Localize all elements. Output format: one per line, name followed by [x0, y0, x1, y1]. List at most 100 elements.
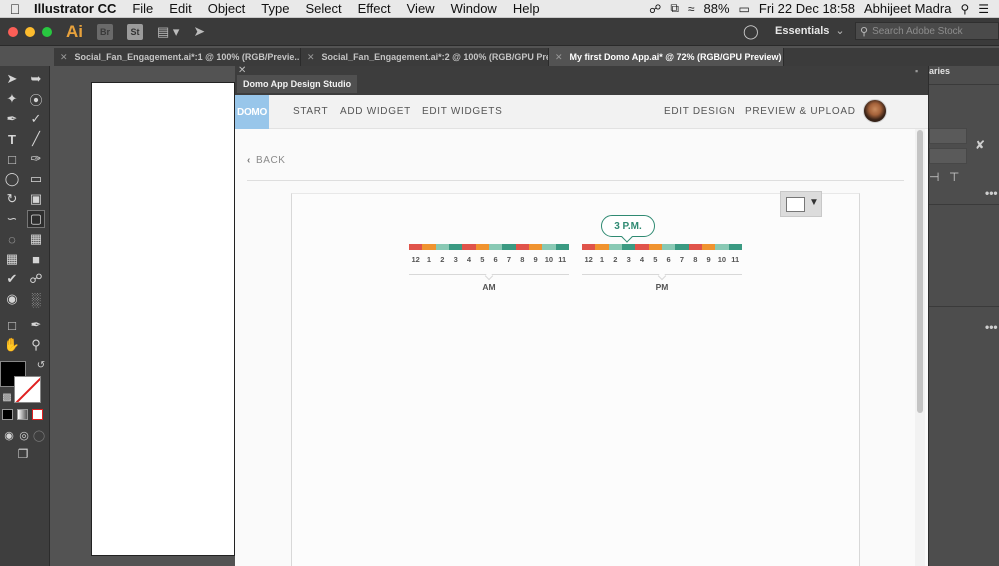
- doc-tab-2[interactable]: ✕ Social_Fan_Engagement.ai*:2 @ 100% (RG…: [301, 48, 549, 66]
- direct-selection-tool-icon[interactable]: ➥: [27, 70, 45, 88]
- nav-edit-design[interactable]: EDIT DESIGN: [664, 106, 735, 117]
- lightbulb-icon[interactable]: ◯: [743, 23, 759, 40]
- widget-canvas[interactable]: [291, 193, 860, 566]
- am-hour-segment[interactable]: [555, 244, 569, 250]
- pm-hour-segment[interactable]: [675, 244, 689, 250]
- notification-list-icon[interactable]: ☰: [978, 2, 989, 16]
- shape-builder-tool-icon[interactable]: ◌: [3, 230, 21, 248]
- gradient-mode-icon[interactable]: [17, 409, 28, 420]
- menu-type[interactable]: Type: [253, 1, 297, 16]
- am-hour-segment[interactable]: [462, 244, 476, 250]
- menu-object[interactable]: Object: [200, 1, 254, 16]
- menu-help[interactable]: Help: [505, 1, 548, 16]
- adobe-stock-search[interactable]: ⚲ Search Adobe Stock: [855, 22, 999, 40]
- nav-preview-upload[interactable]: PREVIEW & UPLOAD: [745, 106, 856, 117]
- am-hour-segment[interactable]: [542, 244, 556, 250]
- am-hour-segment[interactable]: [502, 244, 516, 250]
- menu-edit[interactable]: Edit: [161, 1, 199, 16]
- column-graph-tool-icon[interactable]: ░: [27, 290, 45, 308]
- panel-field[interactable]: [929, 148, 967, 164]
- scale-tool-icon[interactable]: ▣: [27, 190, 45, 208]
- blend-tool-icon[interactable]: ☍: [27, 270, 45, 288]
- studio-window-title[interactable]: Domo App Design Studio: [237, 75, 358, 93]
- pm-hour-segment[interactable]: [701, 244, 716, 250]
- spotlight-search-icon[interactable]: ⚲: [960, 2, 969, 16]
- studio-scrollbar-thumb[interactable]: [917, 130, 923, 413]
- nav-edit-widgets[interactable]: EDIT WIDGETS: [422, 106, 502, 117]
- menu-file[interactable]: File: [124, 1, 161, 16]
- nav-start[interactable]: START: [293, 106, 328, 117]
- avatar[interactable]: [863, 99, 887, 123]
- free-transform-tool-icon[interactable]: ▢: [27, 210, 45, 228]
- artboard[interactable]: [91, 82, 235, 556]
- eraser-tool-icon[interactable]: ▭: [27, 170, 45, 188]
- pm-hour-segment[interactable]: [715, 244, 729, 250]
- perspective-grid-tool-icon[interactable]: ▦: [27, 230, 45, 248]
- rectangle-tool-icon[interactable]: □: [3, 150, 21, 168]
- collapse-panel-icon[interactable]: ▪: [915, 66, 918, 76]
- am-hour-segment[interactable]: [528, 244, 543, 250]
- default-fill-stroke-icon[interactable]: ▩: [0, 388, 16, 406]
- clock[interactable]: Fri 22 Dec 18:58: [759, 1, 855, 16]
- link-break-icon[interactable]: ✘: [975, 138, 985, 152]
- menu-select[interactable]: Select: [297, 1, 349, 16]
- am-timeline[interactable]: [409, 244, 569, 252]
- screen-mode-icon[interactable]: ❐: [14, 445, 32, 463]
- pen-tool-icon[interactable]: ✒: [3, 110, 21, 128]
- mesh-tool-icon[interactable]: ▦: [3, 250, 21, 268]
- menu-window[interactable]: Window: [443, 1, 505, 16]
- bridge-icon[interactable]: Br: [97, 23, 113, 40]
- panel-field[interactable]: [929, 128, 967, 144]
- am-hour-segment[interactable]: [435, 244, 449, 250]
- pm-hour-segment[interactable]: [728, 244, 742, 250]
- curvature-tool-icon[interactable]: ✓: [27, 110, 45, 128]
- pm-hour-segment[interactable]: [595, 244, 609, 250]
- shaper-tool-icon[interactable]: ◯: [3, 170, 21, 188]
- user-name[interactable]: Abhijeet Madra: [864, 1, 951, 16]
- align-icon[interactable]: ⊣: [929, 170, 939, 184]
- wifi-icon[interactable]: ≈: [688, 2, 695, 16]
- rotate-tool-icon[interactable]: ↻: [3, 190, 21, 208]
- pm-label[interactable]: PM: [582, 282, 742, 292]
- symbol-sprayer-tool-icon[interactable]: ◉: [3, 290, 21, 308]
- distribute-icon[interactable]: ⊤: [949, 170, 959, 184]
- arrange-documents-icon[interactable]: ▤ ▾: [157, 24, 179, 40]
- battery-icon[interactable]: ▭: [739, 2, 750, 16]
- none-mode-icon[interactable]: [32, 409, 43, 420]
- pm-hour-segment[interactable]: [648, 244, 662, 250]
- draw-inside-icon[interactable]: ◯: [30, 426, 48, 444]
- am-hour-segment[interactable]: [515, 244, 529, 250]
- nav-add-widget[interactable]: ADD WIDGET: [340, 106, 411, 117]
- pm-hour-segment[interactable]: [608, 244, 622, 250]
- domo-logo[interactable]: DOMO: [235, 95, 269, 129]
- workspace-switcher[interactable]: Essentials ⌄: [775, 24, 845, 37]
- hand-tool-icon[interactable]: ✋: [3, 336, 21, 354]
- zoom-tool-icon[interactable]: ⚲: [27, 336, 45, 354]
- lasso-tool-icon[interactable]: ⦿: [27, 90, 45, 108]
- stock-icon[interactable]: St: [127, 23, 143, 40]
- pm-hour-segment[interactable]: [688, 244, 702, 250]
- menu-illustrator[interactable]: Illustrator CC: [30, 1, 124, 16]
- pm-hour-segment[interactable]: [635, 244, 649, 250]
- am-hour-segment[interactable]: [475, 244, 489, 250]
- close-tab-icon[interactable]: ✕: [307, 52, 315, 63]
- gradient-tool-icon[interactable]: ■: [27, 250, 45, 268]
- close-tab-icon[interactable]: ✕: [60, 52, 68, 63]
- menu-view[interactable]: View: [399, 1, 443, 16]
- gpu-performance-icon[interactable]: ➤: [193, 23, 205, 40]
- apple-icon[interactable]: : [0, 1, 30, 17]
- minimize-window-button[interactable]: [25, 26, 35, 37]
- line-tool-icon[interactable]: ╱: [27, 130, 45, 148]
- eyedropper-tool-icon[interactable]: ✔: [3, 270, 21, 288]
- pm-hour-segment[interactable]: [582, 244, 596, 250]
- type-tool-icon[interactable]: T: [3, 130, 21, 148]
- swap-fill-stroke-icon[interactable]: ↺: [32, 356, 50, 374]
- menu-effect[interactable]: Effect: [350, 1, 399, 16]
- widget-style-dropdown[interactable]: ▼: [780, 191, 822, 217]
- pm-hour-segment[interactable]: [621, 244, 636, 250]
- close-window-button[interactable]: [8, 26, 18, 37]
- am-hour-segment[interactable]: [422, 244, 436, 250]
- more-options-icon[interactable]: •••: [985, 320, 998, 334]
- stroke-color-swatch[interactable]: [14, 376, 41, 403]
- width-tool-icon[interactable]: ∽: [3, 210, 21, 228]
